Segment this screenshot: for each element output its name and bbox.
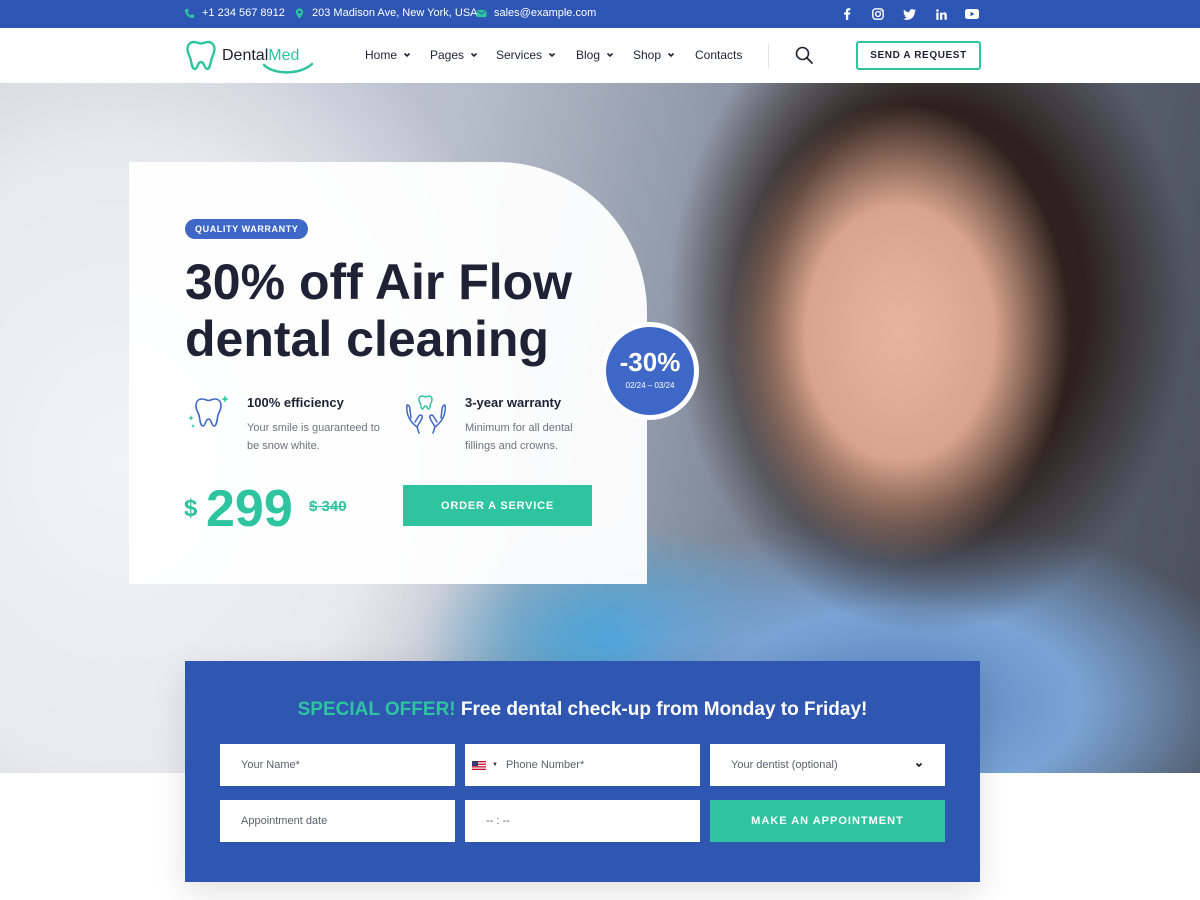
appointment-panel: SPECIAL OFFER! Free dental check-up from… (185, 661, 980, 882)
appointment-time-input[interactable]: -- : -- (465, 800, 700, 842)
feature-warranty-text: Minimum for all dental fillings and crow… (465, 422, 573, 452)
feature-efficiency-text: Your smile is guaranteed to be snow whit… (247, 422, 380, 452)
price-value: 299 (206, 480, 293, 538)
hero-card: QUALITY WARRANTY 30% off Air Flow dental… (129, 162, 647, 584)
tooth-logo-icon (186, 40, 216, 71)
nav-services[interactable]: Services (496, 48, 556, 62)
discount-dates: 02/24 – 03/24 (625, 381, 675, 390)
send-request-button[interactable]: SEND A REQUEST (856, 41, 981, 70)
discount-badge: -30% 02/24 – 03/24 (601, 322, 699, 420)
phone-contact[interactable]: +1 234 567 8912 (184, 7, 285, 19)
chevron-down-icon (403, 52, 411, 58)
nav-shop[interactable]: Shop (633, 48, 675, 62)
time-placeholder: -- : -- (486, 815, 510, 827)
hero-title: 30% off Air Flow dental cleaning (185, 254, 573, 367)
sparkling-tooth-icon (188, 395, 229, 428)
discount-percent: -30% (619, 347, 681, 377)
date-placeholder: Appointment date (241, 815, 328, 827)
price-currency: $ (184, 495, 198, 522)
chevron-down-icon (606, 52, 614, 58)
twitter-icon[interactable] (901, 6, 917, 22)
nav-pages-label: Pages (430, 48, 465, 62)
chevron-down-icon (667, 52, 675, 58)
nav-home-label: Home (365, 48, 398, 62)
offer-title: SPECIAL OFFER! Free dental check-up from… (185, 699, 980, 721)
feature-efficiency-title: 100% efficiency (247, 395, 344, 410)
chevron-down-icon (470, 52, 478, 58)
email-text: sales@example.com (494, 7, 597, 19)
chevron-down-icon (915, 762, 923, 768)
hands-tooth-icon (406, 395, 446, 434)
linkedin-icon[interactable] (933, 6, 949, 22)
header-divider (768, 44, 769, 68)
order-service-button[interactable]: ORDER A SERVICE (403, 485, 592, 526)
phone-input[interactable]: ▼ Phone Number* (465, 744, 700, 786)
dentist-select[interactable]: Your dentist (optional) (710, 744, 945, 786)
top-bar: +1 234 567 8912 203 Madison Ave, New Yor… (0, 0, 1200, 28)
chevron-down-icon (548, 52, 556, 58)
old-price: $ 340 (309, 498, 347, 515)
address-contact: 203 Madison Ave, New York, USA (294, 7, 478, 19)
mail-icon (476, 9, 487, 17)
logo[interactable]: DentalMed (184, 38, 316, 74)
country-caret-icon[interactable]: ▼ (492, 762, 498, 768)
offer-highlight: SPECIAL OFFER! (297, 699, 456, 720)
nav-services-label: Services (496, 48, 543, 62)
nav-blog[interactable]: Blog (576, 48, 614, 62)
nav-contacts[interactable]: Contacts (695, 48, 742, 62)
youtube-icon[interactable] (964, 6, 980, 22)
logo-smile-swoosh (262, 62, 314, 74)
make-appointment-button[interactable]: MAKE AN APPOINTMENT (710, 800, 945, 842)
nav-contacts-label: Contacts (695, 48, 743, 62)
phone-placeholder: Phone Number* (505, 759, 585, 771)
search-icon[interactable] (795, 46, 813, 64)
us-flag-icon[interactable] (472, 760, 486, 770)
nav-home[interactable]: Home (365, 48, 411, 62)
main-header: DentalMed Home Pages Services Blog Shop … (0, 28, 1200, 83)
appointment-date-input[interactable]: Appointment date (220, 800, 455, 842)
offer-text: Free dental check-up from Monday to Frid… (460, 699, 868, 720)
address-text: 203 Madison Ave, New York, USA (312, 7, 478, 19)
dentist-placeholder: Your dentist (optional) (731, 759, 838, 771)
quality-badge: QUALITY WARRANTY (185, 219, 309, 239)
feature-warranty-title: 3-year warranty (465, 395, 562, 410)
name-placeholder: Your Name* (241, 759, 300, 771)
instagram-icon[interactable] (870, 6, 886, 22)
phone-icon (184, 8, 195, 18)
map-pin-icon (295, 7, 304, 19)
email-contact[interactable]: sales@example.com (476, 7, 596, 19)
phone-text: +1 234 567 8912 (202, 7, 285, 19)
nav-shop-label: Shop (633, 48, 662, 62)
nav-pages[interactable]: Pages (430, 48, 478, 62)
nav-blog-label: Blog (576, 48, 601, 62)
facebook-icon[interactable] (839, 6, 855, 22)
name-input[interactable]: Your Name* (220, 744, 455, 786)
